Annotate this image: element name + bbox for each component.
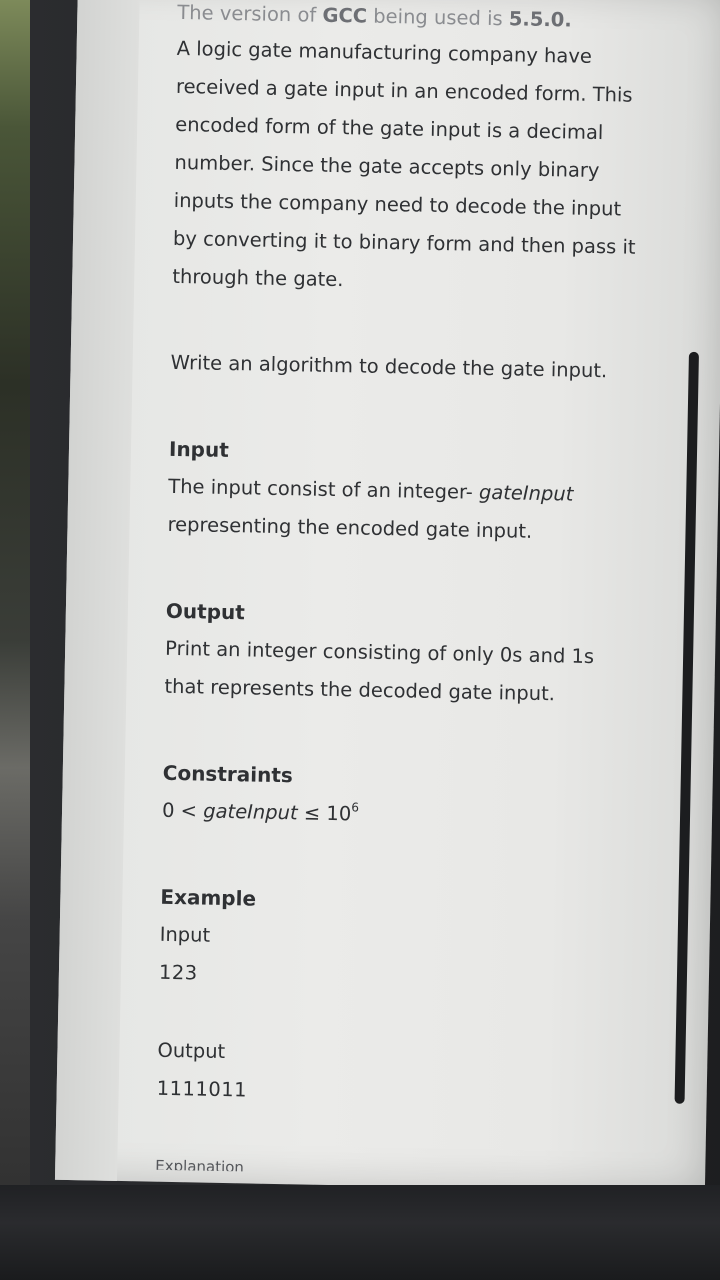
gate-input-variable: gateInput: [478, 480, 574, 506]
problem-text: The version of GCC being used is 5.5.0. …: [155, 0, 697, 1180]
photo-of-monitor: The version of GCC being used is 5.5.0. …: [0, 0, 720, 1280]
monitor-bottom-bezel: [0, 1185, 720, 1280]
problem-statement-panel: The version of GCC being used is 5.5.0. …: [54, 0, 720, 1193]
